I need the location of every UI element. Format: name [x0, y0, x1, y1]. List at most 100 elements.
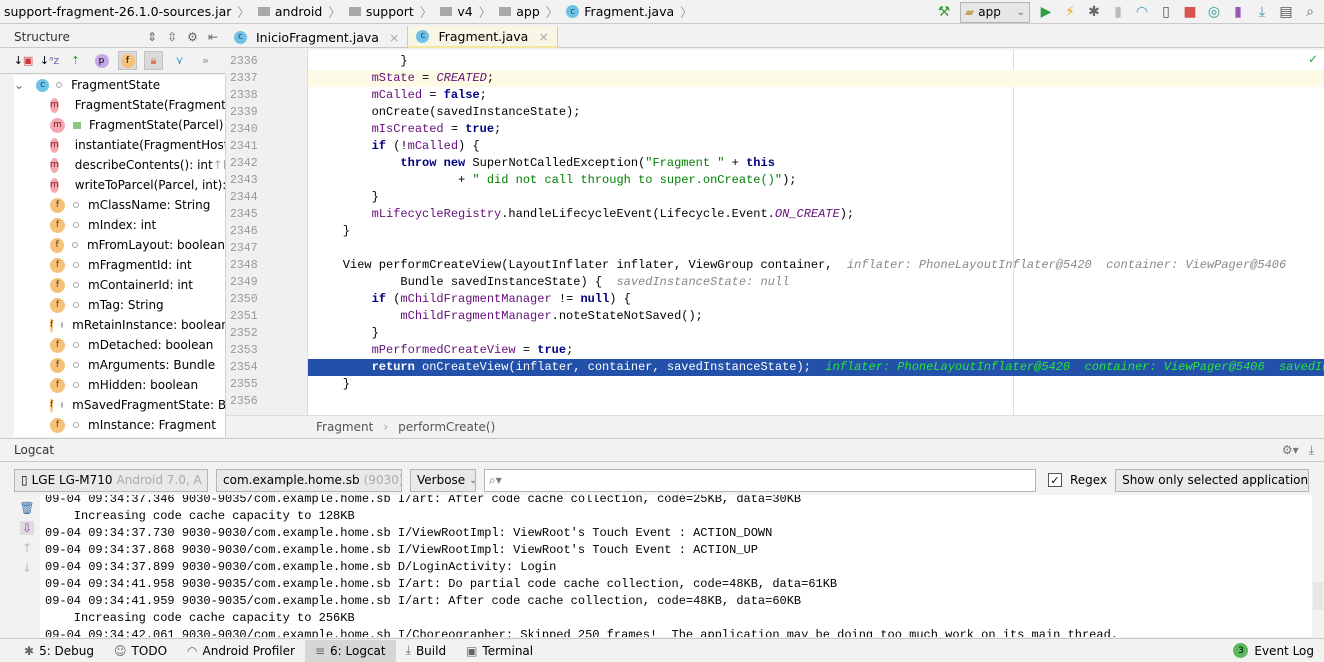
code-line[interactable]: mChildFragmentManager.noteStateNotSaved(…	[308, 308, 1324, 325]
filter-select[interactable]: Show only selected application⌄	[1115, 468, 1310, 492]
breadcrumb-item[interactable]: c Fragment.java 〉	[562, 0, 696, 24]
tree-item[interactable]: f mHidden: boolean	[14, 375, 225, 395]
gear-icon[interactable]: ⚙▾	[1282, 443, 1299, 458]
code-line[interactable]	[308, 240, 1324, 257]
sdk-icon[interactable]: ⤓	[1254, 4, 1270, 20]
code-line[interactable]: mLifecycleRegistry.handleLifecycleEvent(…	[308, 206, 1324, 223]
hide-icon[interactable]: ⇤	[208, 30, 218, 44]
code-line[interactable]: }	[308, 53, 1324, 70]
tool-5-debug[interactable]: ✱ 5: Debug	[14, 640, 104, 662]
tree-item[interactable]: f mFragmentId: int	[14, 255, 225, 275]
properties-icon[interactable]: p	[92, 51, 111, 70]
tree-item[interactable]: f mClassName: String	[14, 195, 225, 215]
more-icon[interactable]: »	[196, 51, 215, 70]
trash-icon[interactable]: 🗑︎	[19, 501, 34, 515]
tree-item[interactable]: f mRetainInstance: boolean	[14, 315, 225, 335]
code-line[interactable]: if (mChildFragmentManager != null) {	[308, 291, 1324, 308]
close-icon[interactable]: ×	[538, 29, 548, 44]
tree-item[interactable]: f mDetached: boolean	[14, 335, 225, 355]
breadcrumb-method[interactable]: performCreate()	[398, 420, 495, 434]
execution-line[interactable]: return onCreateView(inflater, container,…	[308, 359, 1324, 376]
tab-fragment-java[interactable]: c Fragment.java ×	[408, 26, 558, 48]
code-line[interactable]: + " did not call through to super.onCrea…	[308, 172, 1324, 189]
tree-item[interactable]: m writeToParcel(Parcel, int): v	[14, 175, 225, 195]
code-line[interactable]: throw new SuperNotCalledException("Fragm…	[308, 155, 1324, 172]
breadcrumb-class[interactable]: Fragment	[316, 420, 373, 434]
device-icon[interactable]: ▯	[1158, 4, 1174, 20]
breadcrumb-item[interactable]: android 〉	[254, 0, 345, 24]
lambdas-icon[interactable]: ⋎	[170, 51, 189, 70]
tree-item[interactable]: m instantiate(FragmentHostC	[14, 135, 225, 155]
run-config-select[interactable]: ▰ app ⌄	[960, 1, 1030, 23]
sync-icon[interactable]: ◎	[1206, 4, 1222, 20]
sort-visibility-icon[interactable]: ↓ ▣	[14, 51, 34, 70]
non-public-icon[interactable]: 🔒︎	[144, 51, 163, 70]
avd-icon[interactable]: ▮	[1230, 4, 1246, 20]
tree-root[interactable]: ⌄ c FragmentState	[14, 75, 225, 95]
breadcrumb-item[interactable]: support 〉	[345, 0, 437, 24]
down-arrow-icon[interactable]: ↓	[22, 561, 32, 575]
code-line[interactable]: Bundle savedInstanceState) { savedInstan…	[308, 274, 1324, 291]
tool-build[interactable]: ⤓ Build	[396, 640, 456, 662]
device-select[interactable]: ▯LGE LG-M710Android 7.0, A ⌄	[14, 468, 208, 492]
tree-item[interactable]: f mFromLayout: boolean	[14, 235, 225, 255]
close-icon[interactable]: ×	[389, 30, 399, 45]
tree-item[interactable]: f mArguments: Bundle	[14, 355, 225, 375]
expand-arrow-icon[interactable]: ⌄	[14, 78, 24, 92]
expand-all-icon[interactable]: ⇕	[147, 30, 157, 44]
breadcrumb-item[interactable]: support-fragment-26.1.0-sources.jar 〉	[0, 0, 254, 24]
code-line[interactable]: onCreate(savedInstanceState);	[308, 104, 1324, 121]
profiler-icon[interactable]: ◠	[1134, 4, 1150, 20]
regex-checkbox[interactable]: ✓	[1048, 473, 1062, 487]
tree-item[interactable]: f mTag: String	[14, 295, 225, 315]
project-structure-icon[interactable]: ▤	[1278, 4, 1294, 20]
apply-changes-icon[interactable]: ⚡	[1062, 4, 1078, 20]
tool-android-profiler[interactable]: ◠ Android Profiler	[177, 640, 305, 662]
hammer-icon[interactable]: ⚒	[936, 4, 952, 20]
code-line[interactable]: mCalled = false;	[308, 87, 1324, 104]
search-icon[interactable]: ⌕	[1302, 4, 1318, 20]
fields-icon[interactable]: f	[118, 51, 137, 70]
code-line[interactable]: }	[308, 189, 1324, 206]
code-line[interactable]: if (!mCalled) {	[308, 138, 1324, 155]
code-line[interactable]: mIsCreated = true;	[308, 121, 1324, 138]
tree-item[interactable]: f mContainerId: int	[14, 275, 225, 295]
debug-icon[interactable]: ✱	[1086, 4, 1102, 20]
hide-panel-icon[interactable]: ⤓	[1309, 443, 1314, 458]
code-line[interactable]: mState = CREATED;	[308, 70, 1324, 87]
log-output[interactable]: 09-04 09:34:37.346 9030-9035/com.example…	[40, 495, 1312, 637]
inherited-icon[interactable]: ⇡	[66, 51, 85, 70]
tree-item[interactable]: f mSavedFragmentState: Bur	[14, 395, 225, 415]
up-arrow-icon[interactable]: ↑	[22, 541, 32, 555]
log-level-select[interactable]: Verbose⌄	[410, 468, 476, 492]
code-line[interactable]: }	[308, 223, 1324, 240]
code-line[interactable]: }	[308, 376, 1324, 393]
run-icon[interactable]: ▶	[1038, 4, 1054, 20]
tree-item[interactable]: m FragmentState(Fragment)	[14, 95, 225, 115]
breadcrumb-item[interactable]: v4 〉	[436, 0, 495, 24]
tree-item[interactable]: m describeContents(): int ↑Pa	[14, 155, 225, 175]
gear-icon[interactable]: ⚙	[187, 30, 198, 44]
code-line[interactable]: }	[308, 325, 1324, 342]
sort-alpha-icon[interactable]: ↓ ᵃz	[40, 51, 59, 70]
event-log-button[interactable]: 3 Event Log	[1233, 643, 1324, 658]
tree-item[interactable]: f mIndex: int	[14, 215, 225, 235]
breadcrumb-item[interactable]: app 〉	[495, 0, 562, 24]
tool-terminal[interactable]: ▣ Terminal	[456, 640, 543, 662]
scroll-to-end-icon[interactable]: ⇩	[19, 521, 35, 535]
tree-item[interactable]: f mInstance: Fragment	[14, 415, 225, 435]
log-search-input[interactable]: ⌕▾	[484, 468, 1036, 492]
collapse-all-icon[interactable]: ⇳	[167, 30, 177, 44]
tab-iniciofragment-java[interactable]: c InicioFragment.java ×	[226, 26, 409, 48]
code-editor[interactable]: 2336 2337 2338 2339 2340 2341 2342 2343 2344 2345…	[226, 50, 1324, 415]
attach-icon[interactable]: ▮	[1110, 4, 1126, 20]
tree-item[interactable]: m FragmentState(Parcel)	[14, 115, 225, 135]
code-line[interactable]	[308, 393, 1324, 410]
stop-icon[interactable]: ■	[1182, 4, 1198, 20]
code-line[interactable]: mPerformedCreateView = true;	[308, 342, 1324, 359]
tool-todo[interactable]: ☺ TODO	[104, 640, 177, 662]
process-select[interactable]: com.example.home.sb(9030)⌄	[216, 468, 402, 492]
log-scrollbar[interactable]	[1313, 582, 1323, 610]
code-line[interactable]: View performCreateView(LayoutInflater in…	[308, 257, 1324, 274]
tool-6-logcat[interactable]: ≡ 6: Logcat	[304, 639, 396, 662]
